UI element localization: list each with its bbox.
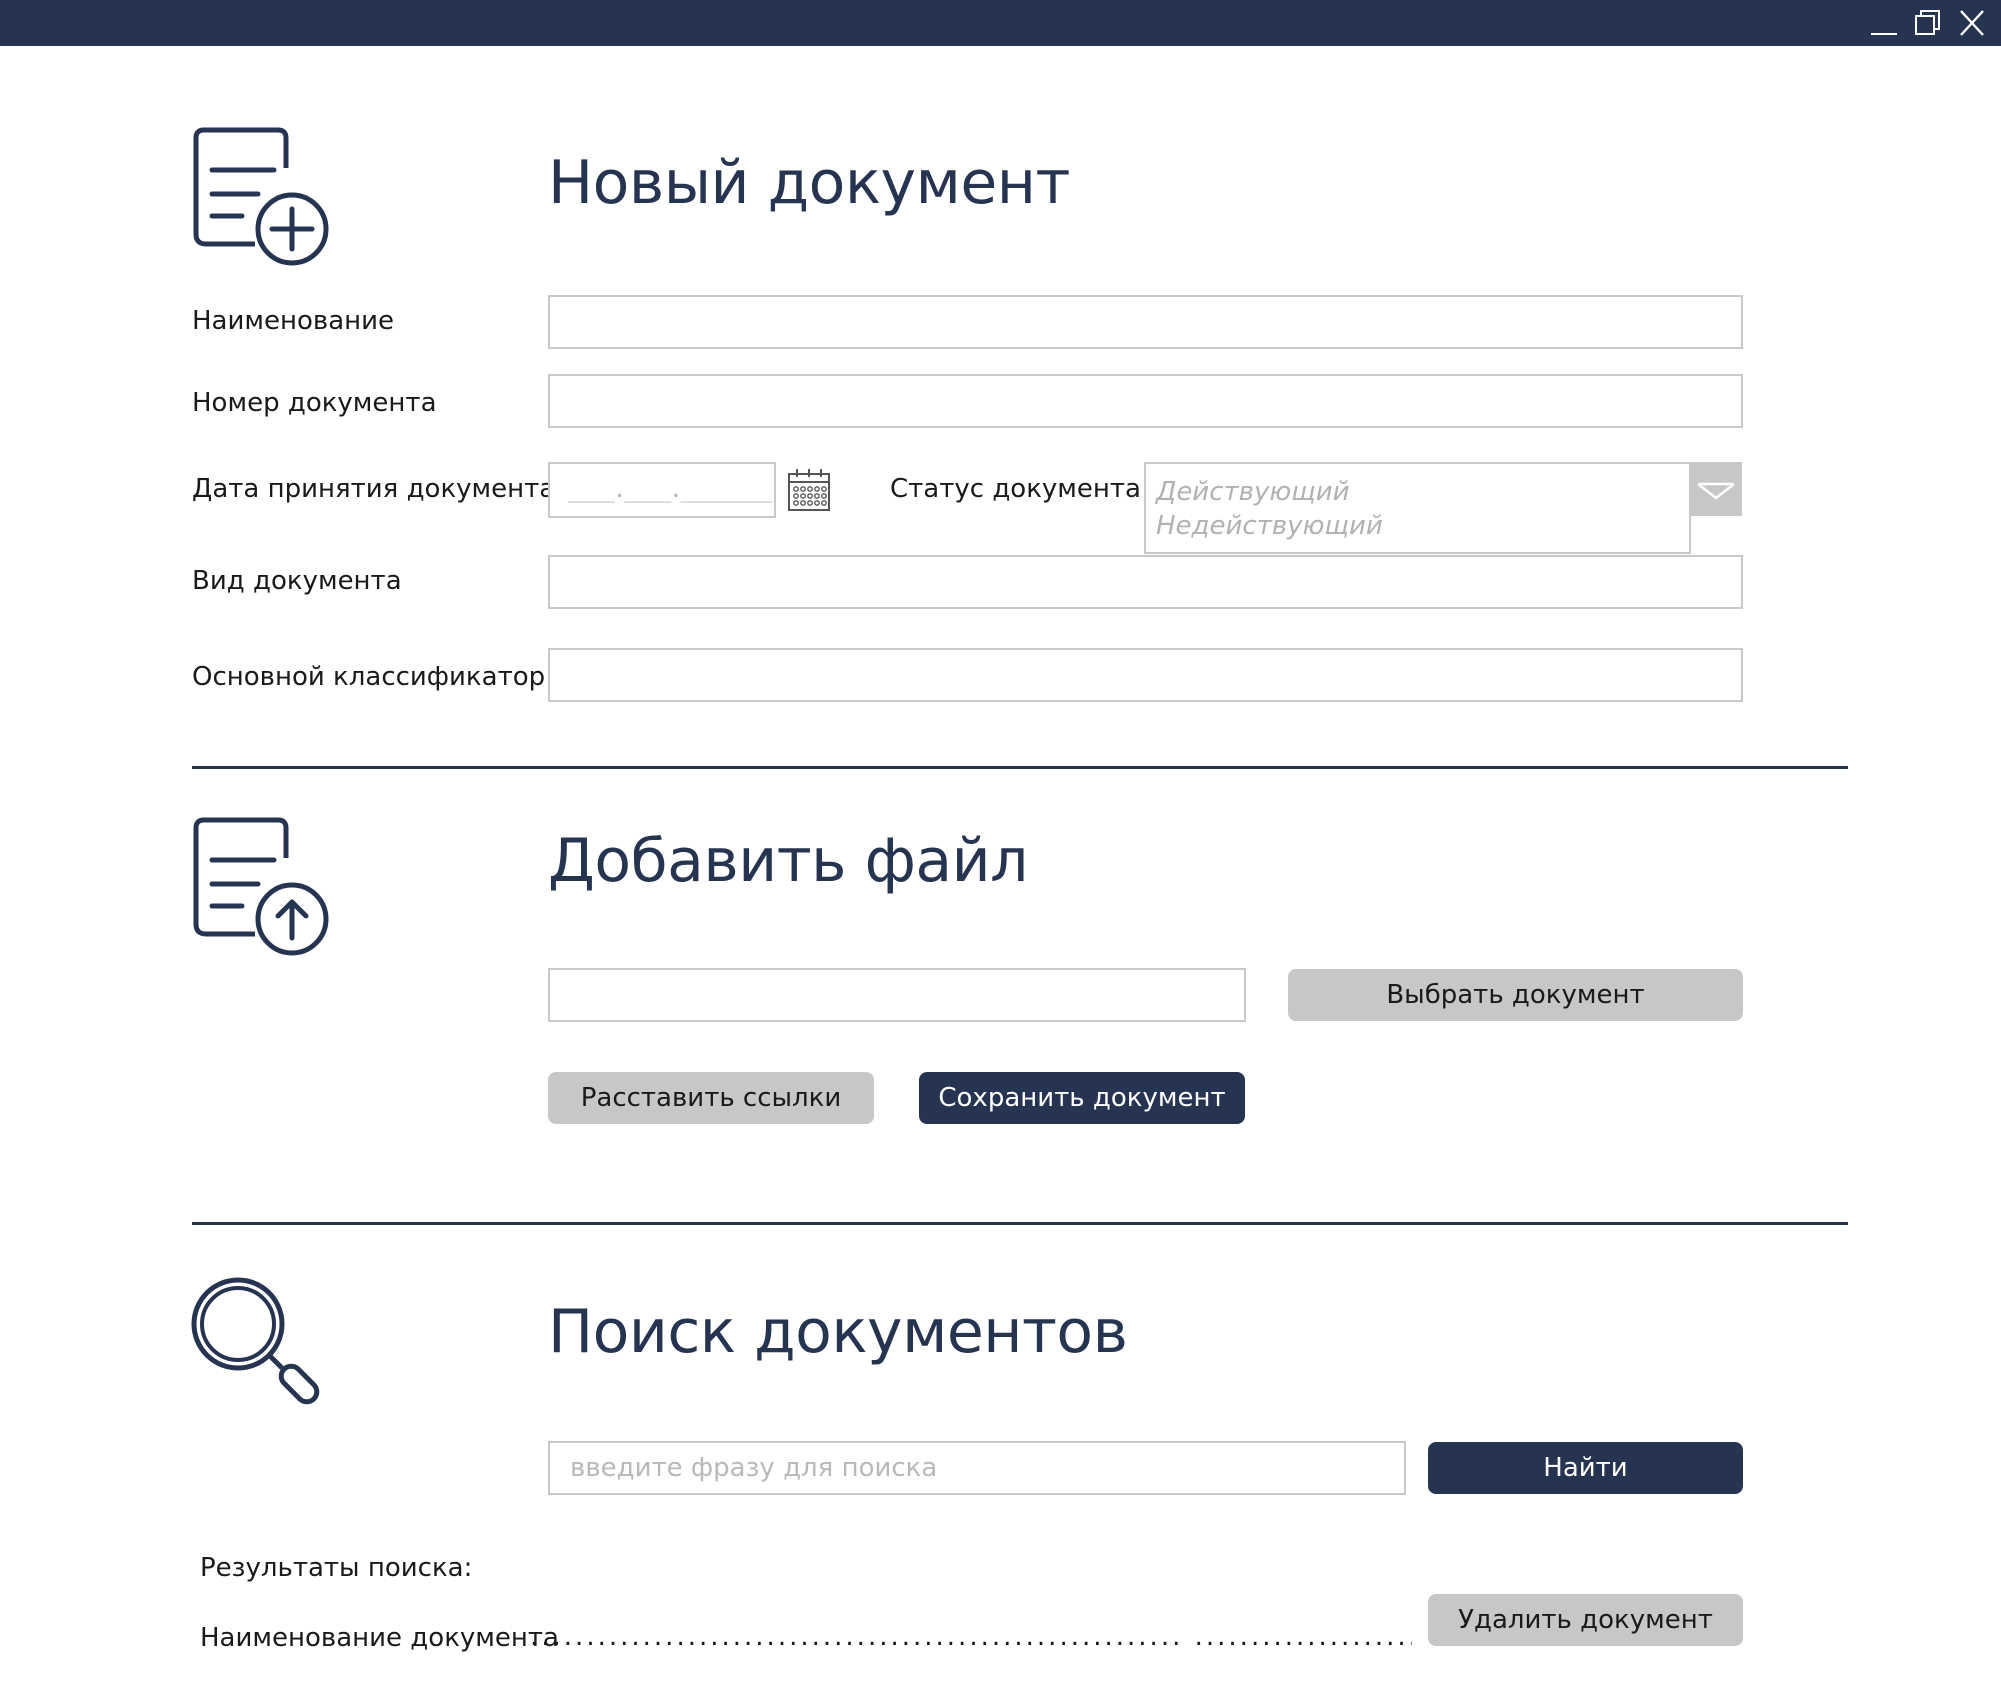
document-add-icon xyxy=(192,126,332,266)
date-label: Дата принятия документа xyxy=(192,474,556,504)
new-document-title: Новый документ xyxy=(548,148,1070,218)
date-input[interactable]: ____.____.________ xyxy=(548,462,776,518)
number-label: Номер документа xyxy=(192,388,437,418)
result-name-label: Наименование документа xyxy=(200,1623,559,1653)
section-divider xyxy=(192,1222,1848,1225)
calendar-icon[interactable] xyxy=(786,466,832,514)
results-label: Результаты поиска: xyxy=(200,1553,473,1583)
search-title: Поиск документов xyxy=(548,1297,1128,1367)
find-button[interactable]: Найти xyxy=(1428,1442,1743,1494)
file-path-input[interactable] xyxy=(548,968,1246,1022)
search-input[interactable] xyxy=(548,1441,1406,1495)
window-titlebar xyxy=(0,0,2001,46)
number-input[interactable] xyxy=(548,374,1743,428)
section-divider xyxy=(192,766,1848,769)
status-option-active[interactable]: Действующий xyxy=(1156,476,1350,508)
close-icon[interactable] xyxy=(1954,6,1990,40)
restore-icon[interactable] xyxy=(1910,6,1946,40)
search-icon xyxy=(190,1276,326,1412)
date-mask: ____.____.________ xyxy=(568,478,772,503)
chevron-down-icon[interactable] xyxy=(1690,462,1742,516)
type-label: Вид документа xyxy=(192,566,402,596)
name-label: Наименование xyxy=(192,306,395,336)
status-label: Статус документа xyxy=(890,474,1141,504)
status-listbox[interactable]: Действующий Недействующий xyxy=(1144,462,1691,554)
type-input[interactable] xyxy=(548,555,1743,609)
set-links-button[interactable]: Расставить ссылки xyxy=(548,1072,874,1124)
status-option-inactive[interactable]: Недействующий xyxy=(1156,510,1383,542)
choose-document-button[interactable]: Выбрать документ xyxy=(1288,969,1743,1021)
classifier-input[interactable] xyxy=(548,648,1743,702)
name-input[interactable] xyxy=(548,295,1743,349)
add-file-title: Добавить файл xyxy=(548,826,1029,896)
result-dots: ........................................… xyxy=(530,1622,1412,1652)
delete-document-button[interactable]: Удалить документ xyxy=(1428,1594,1743,1646)
minimize-icon[interactable] xyxy=(1866,6,1902,40)
document-upload-icon xyxy=(192,816,332,956)
classifier-label: Основной классификатор xyxy=(192,662,546,692)
save-document-button[interactable]: Сохранить документ xyxy=(919,1072,1245,1124)
